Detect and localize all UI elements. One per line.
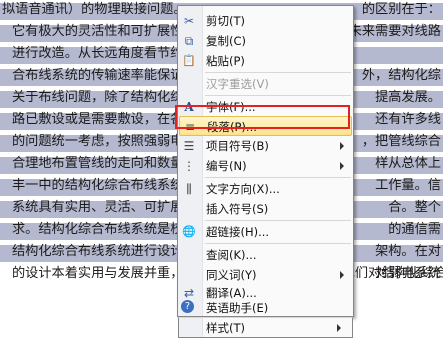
text-direction-icon: ⫼ (186, 182, 192, 196)
doc-fragment: 合。整个 (388, 200, 441, 215)
menu-bottom-section: 样式(T) (178, 317, 353, 338)
menu-item-cut[interactable]: ✂ 剪切(T) (179, 11, 352, 31)
menu-item-label: 复制(C) (206, 34, 247, 48)
menu-item-styles[interactable]: 样式(T) (179, 318, 349, 338)
menu-item-copy[interactable]: ⧉ 复制(C) (179, 31, 352, 51)
doc-fragment: ，把管线综合 (361, 134, 441, 149)
doc-fragment: 提高发展。 (375, 90, 441, 105)
menu-item-label: 插入符号(S) (206, 202, 269, 216)
english-assistant-icon: ? (181, 300, 194, 313)
menu-item-label: 样式(T) (206, 321, 245, 335)
numbering-icon: ⋮ (183, 159, 195, 173)
menu-item-paste[interactable]: 📋 粘贴(P) (179, 51, 352, 71)
menu-item-label: 编号(N) (206, 159, 247, 173)
menu-item-label: 查阅(K)... (206, 248, 257, 262)
menu-item-label: 翻译(A)... (206, 286, 257, 300)
menu-item-label: 文字方向(X)... (206, 182, 280, 196)
copy-icon: ⧉ (184, 34, 194, 48)
menu-separator (205, 72, 351, 73)
menu-item-label: 英语助手(E) (206, 301, 269, 315)
menu-separator (205, 177, 351, 178)
scissors-icon: ✂ (183, 14, 195, 28)
bullets-icon: ☰ (183, 139, 195, 153)
menu-item-bullets[interactable]: ☰ 项目符号(B) (179, 136, 352, 156)
menu-item-label: 同义词(Y) (206, 268, 257, 282)
doc-fragment: 架构。在对 (375, 244, 441, 259)
menu-separator (205, 95, 351, 96)
menu-item-label: 项目符号(B) (206, 139, 269, 153)
menu-item-lookup[interactable]: 查阅(K)... (179, 245, 352, 265)
menu-separator (205, 243, 351, 244)
menu-item-hanzi-reselect: 汉字重选(V) (179, 74, 352, 94)
menu-item-label: 剪切(T) (206, 14, 245, 28)
menu-item-label: 粘贴(P) (206, 54, 245, 68)
submenu-arrow-icon (337, 324, 341, 332)
submenu-arrow-icon (340, 162, 344, 170)
menu-item-english-assistant[interactable]: ? 英语助手(E) (179, 300, 352, 317)
menu-item-hyperlink[interactable]: 🌐 超链接(H)... (179, 222, 352, 242)
menu-item-label: 超链接(H)... (206, 225, 270, 239)
menu-item-synonyms[interactable]: 同义词(Y) (179, 265, 352, 285)
doc-fragment: 外，结构化综 (361, 68, 441, 83)
menu-item-translate[interactable]: ⇄ 翻译(A)... (179, 285, 352, 301)
doc-fragment: 工作量。信 (375, 178, 441, 193)
doc-fragment: 的区别在于： (361, 2, 441, 17)
doc-fragment: 的通信需 (388, 222, 441, 237)
menu-item-label: 汉字重选(V) (206, 77, 269, 91)
highlight-annotation-box (175, 105, 350, 129)
paste-icon: 📋 (182, 54, 196, 67)
doc-fragment: 对弱电系统 (375, 266, 441, 281)
doc-fragment: 未来需要对线路 (348, 24, 441, 39)
menu-item-insert-symbol[interactable]: 插入符号(S) (179, 199, 352, 219)
doc-right-column: 的区别在于： 未来需要对线路 外，结构化综 提高发展。 还有许多线 ，把管线综合… (349, 0, 443, 281)
doc-fragment: 还有许多线 (375, 112, 441, 127)
menu-item-numbering[interactable]: ⋮ 编号(N) (179, 156, 352, 176)
submenu-arrow-icon (340, 271, 344, 279)
doc-fragment: 样从总体上 (375, 156, 441, 171)
menu-separator (205, 220, 351, 221)
menu-item-text-direction[interactable]: ⫼ 文字方向(X)... (179, 179, 352, 199)
context-menu: ✂ 剪切(T) ⧉ 复制(C) 📋 粘贴(P) 汉字重选(V) A 字体(F).… (177, 5, 354, 317)
hyperlink-icon: 🌐 (182, 225, 196, 238)
submenu-arrow-icon (340, 142, 344, 150)
translate-icon: ⇄ (183, 286, 195, 300)
